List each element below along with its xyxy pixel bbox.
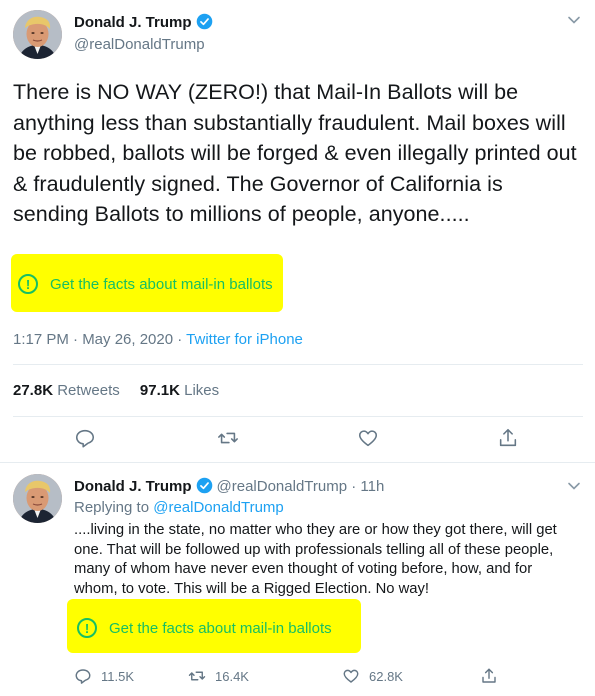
- share-icon[interactable]: [497, 427, 519, 449]
- chevron-down-icon[interactable]: [566, 478, 582, 494]
- fact-check-link[interactable]: ! Get the facts about mail-in ballots: [77, 618, 332, 638]
- engagement-stats: 27.8K Retweets 97.1K Likes: [13, 382, 219, 399]
- avatar[interactable]: [13, 10, 62, 59]
- retweet-icon[interactable]: [217, 427, 239, 449]
- retweets-label: Retweets: [57, 382, 120, 399]
- author-handle[interactable]: @realDonaldTrump: [74, 36, 205, 53]
- exclamation-circle-icon: !: [18, 274, 38, 294]
- timestamp[interactable]: 1:17 PM · May 26, 2020 ·: [13, 331, 186, 348]
- reply-button[interactable]: 11.5K: [74, 667, 134, 685]
- tweet-text: There is NO WAY (ZERO!) that Mail-In Bal…: [13, 80, 577, 226]
- share-icon: [482, 668, 496, 683]
- reply-icon: [75, 669, 91, 684]
- reply-count: 11.5K: [101, 668, 135, 684]
- likes-label: Likes: [184, 382, 220, 399]
- verified-badge-icon: [196, 477, 213, 494]
- replying-to: Replying to @realDonaldTrump: [74, 499, 284, 516]
- reply-icon[interactable]: [74, 427, 96, 449]
- author-handle-time[interactable]: @realDonaldTrump · 11h: [217, 478, 385, 495]
- divider: [0, 462, 595, 463]
- author-name[interactable]: Donald J. Trump: [74, 478, 192, 495]
- tweet-text: ....living in the state, no matter who t…: [74, 522, 557, 597]
- exclamation-circle-icon: !: [77, 618, 97, 638]
- retweet-count: 16.4K: [215, 668, 249, 684]
- divider: [13, 364, 583, 365]
- retweets-stat[interactable]: 27.8K Retweets: [13, 382, 120, 399]
- tweet-meta: 1:17 PM · May 26, 2020 · Twitter for iPh…: [13, 331, 303, 348]
- divider: [13, 416, 583, 417]
- replying-to-label: Replying to: [74, 499, 154, 516]
- avatar-image: [13, 474, 62, 523]
- like-count: 62.8K: [369, 668, 403, 684]
- avatar-image: [13, 10, 62, 59]
- fact-check-label[interactable]: Get the facts about mail-in ballots: [109, 620, 332, 637]
- chevron-down-icon[interactable]: [566, 12, 582, 28]
- avatar[interactable]: [13, 474, 62, 523]
- likes-stat[interactable]: 97.1K Likes: [140, 382, 219, 399]
- retweet-button[interactable]: 16.4K: [188, 667, 249, 685]
- likes-count: 97.1K: [139, 382, 180, 399]
- like-icon[interactable]: [357, 427, 379, 449]
- retweets-count: 27.8K: [13, 382, 54, 399]
- fact-check-label[interactable]: Get the facts about mail-in ballots: [50, 276, 273, 293]
- retweet-icon: [188, 671, 206, 681]
- fact-check-link[interactable]: ! Get the facts about mail-in ballots: [18, 274, 273, 294]
- reply-header: Donald J. Trump @realDonaldTrump · 11h: [74, 477, 384, 495]
- source-link[interactable]: Twitter for iPhone: [186, 331, 303, 348]
- author-name-text[interactable]: Donald J. Trump: [74, 14, 192, 31]
- like-icon: [343, 669, 359, 683]
- share-button[interactable]: [480, 667, 507, 685]
- replying-to-handle[interactable]: @realDonaldTrump: [153, 499, 284, 516]
- like-button[interactable]: 62.8K: [342, 667, 403, 685]
- verified-badge-icon: [196, 13, 213, 30]
- author-name[interactable]: Donald J. Trump: [74, 13, 213, 31]
